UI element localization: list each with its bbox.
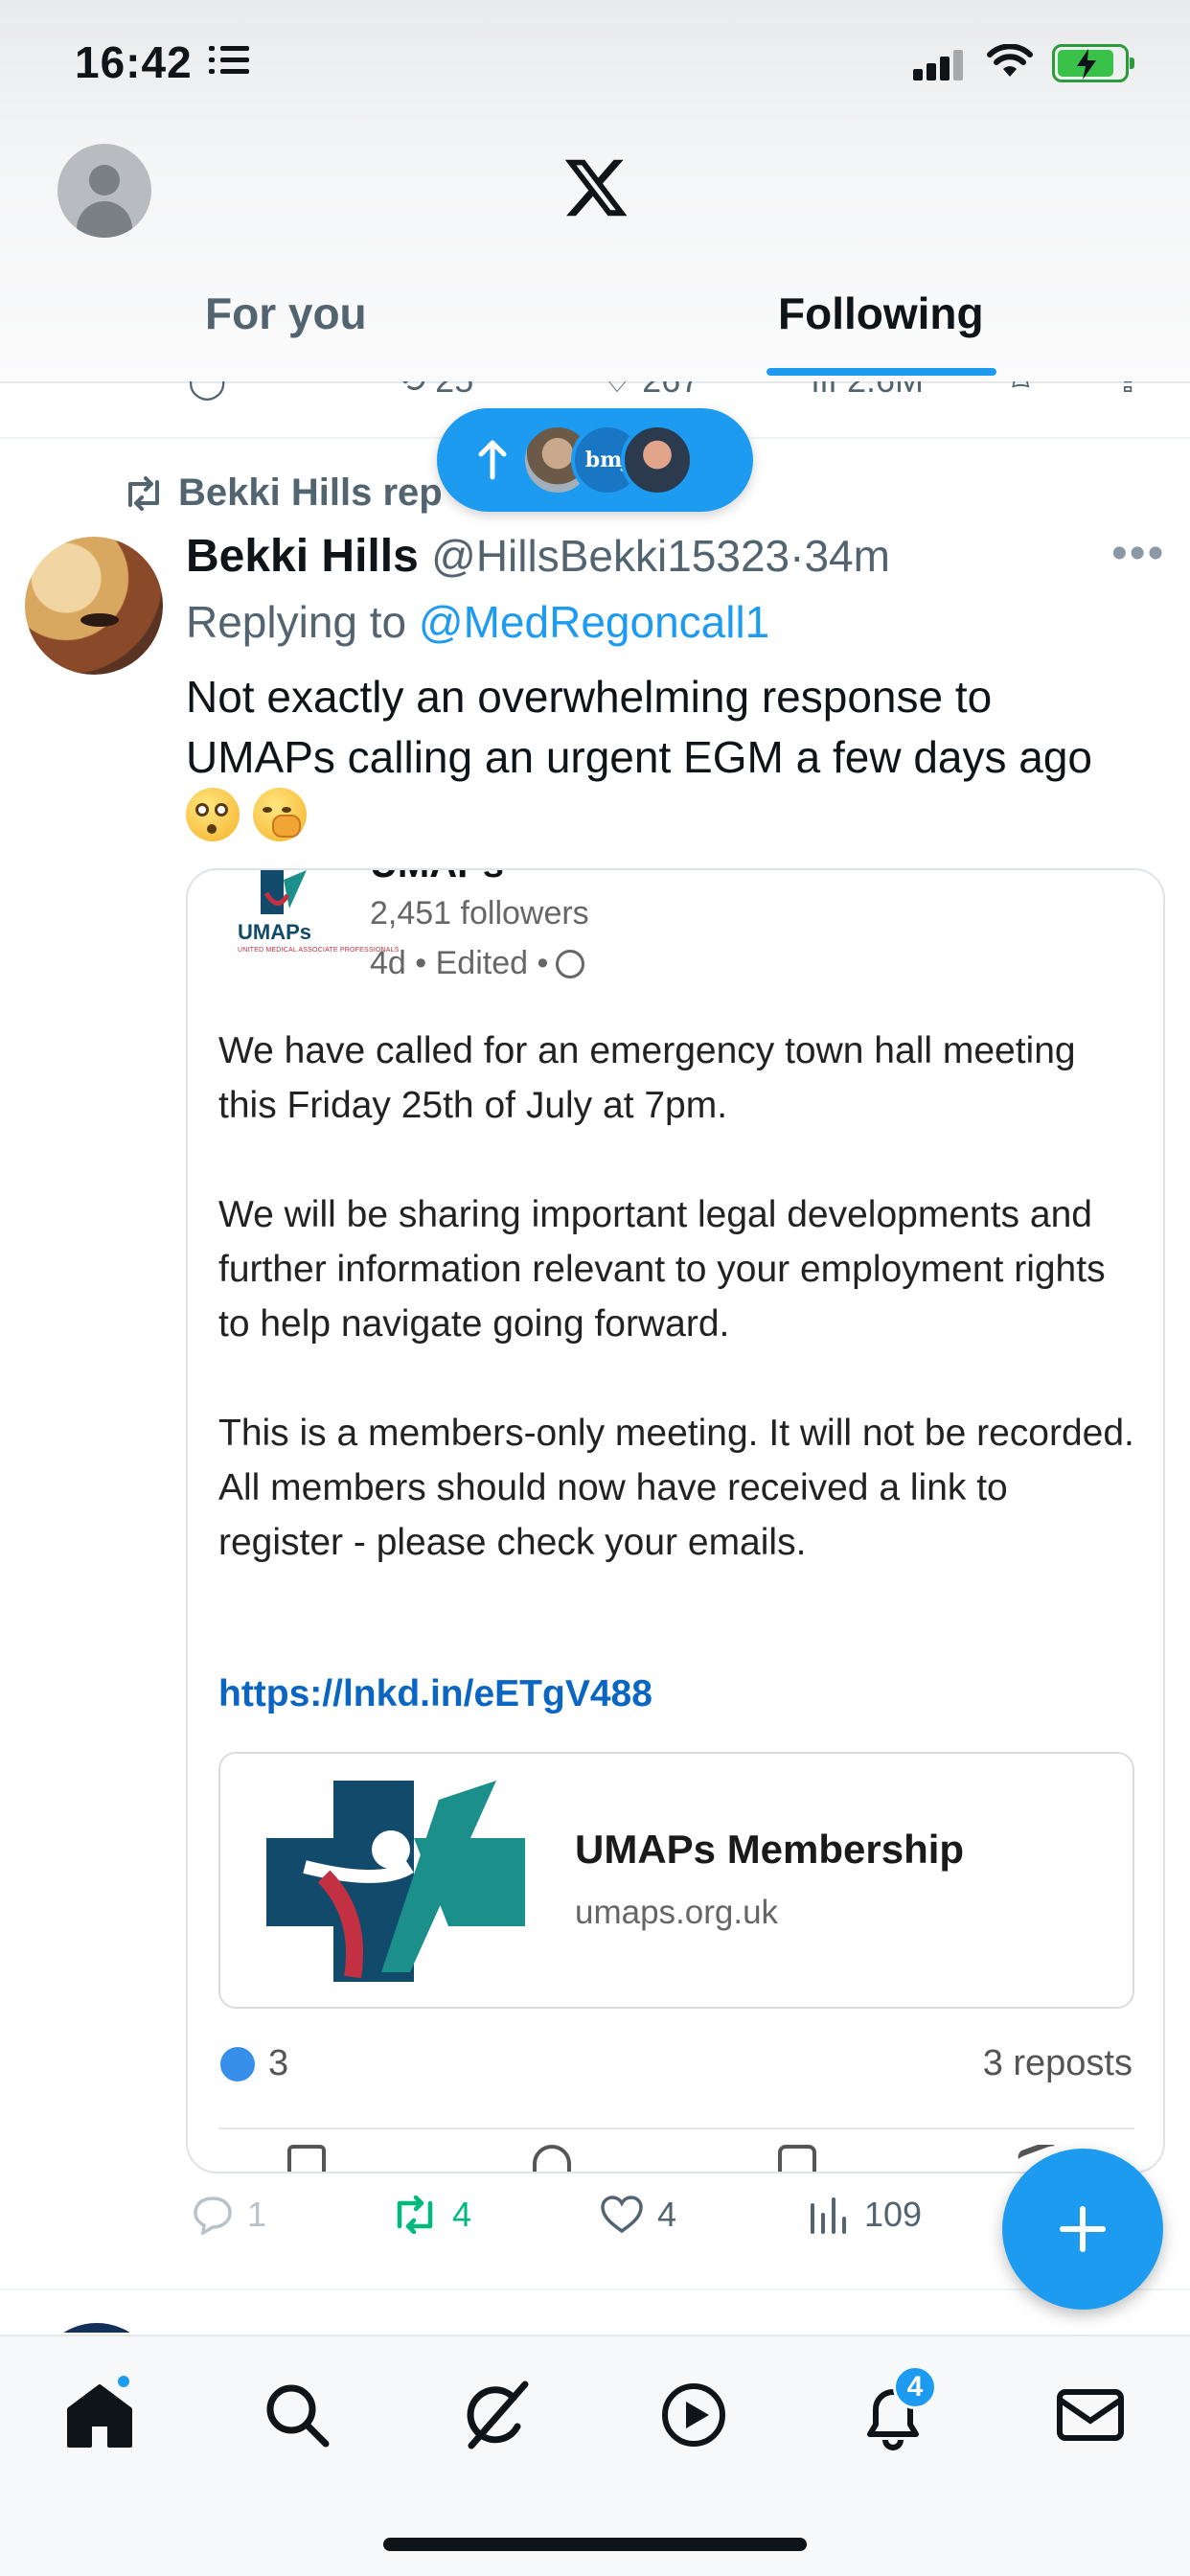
separator-dot: · xyxy=(790,531,805,581)
profile-avatar-button[interactable] xyxy=(57,144,151,238)
reply-count: 1 xyxy=(247,2195,267,2234)
repost-button[interactable]: 4 xyxy=(391,2195,471,2235)
views-button[interactable]: 109 xyxy=(809,2195,922,2235)
tab-for-you[interactable]: For you xyxy=(205,288,367,339)
battery-charging-icon xyxy=(1052,44,1134,82)
retweet-label: Bekki Hills rep xyxy=(178,472,443,514)
author-line: Bekki Hills @HillsBekki15323·34m xyxy=(186,530,890,583)
linkedin-post-header: UMAPs UNITED MEDICAL ASSOCIATE PROFESSIO… xyxy=(188,870,1163,985)
tweet-actions: 1 4 4 109 xyxy=(186,2195,1144,2252)
list-icon xyxy=(209,46,249,77)
wifi-icon xyxy=(987,44,1033,77)
emoji-row xyxy=(186,788,307,841)
compose-post-button[interactable] xyxy=(1002,2149,1163,2310)
notification-badge: 4 xyxy=(893,2365,937,2409)
nav-video-button[interactable] xyxy=(655,2377,732,2453)
heart-icon xyxy=(601,2196,643,2234)
divider xyxy=(218,2128,1134,2129)
globe-icon xyxy=(556,949,585,978)
like-button[interactable]: 4 xyxy=(600,2195,676,2235)
repost-icon xyxy=(397,2196,433,2234)
search-icon xyxy=(266,2384,330,2448)
nav-home-button[interactable] xyxy=(61,2373,138,2453)
play-circle-icon xyxy=(662,2383,725,2447)
paragraph: We have called for an emergency town hal… xyxy=(218,1030,1076,1126)
paragraph: This is a members-only meeting. It will … xyxy=(218,1413,1134,1563)
hand-over-mouth-emoji-icon xyxy=(253,788,307,841)
avatar xyxy=(34,2323,159,2333)
repost-icon xyxy=(128,475,159,511)
retweet-context[interactable]: Bekki Hills rep xyxy=(123,472,443,515)
post-age: 4d • Edited • xyxy=(370,945,549,981)
nav-search-button[interactable] xyxy=(259,2377,335,2453)
post-time[interactable]: 34m xyxy=(804,531,889,581)
reactions-count: 3 xyxy=(268,2043,289,2083)
cellular-signal-icon xyxy=(913,48,967,80)
repost-count: 4 xyxy=(452,2195,472,2234)
status-time: 16:42 xyxy=(75,37,193,87)
preview-domain: umaps.org.uk xyxy=(575,1894,779,1931)
mail-icon xyxy=(1057,2389,1124,2441)
linkedin-actions-cropped xyxy=(188,2145,1163,2172)
more-options-icon[interactable]: ••• xyxy=(1111,527,1165,580)
status-bar: 16:42 xyxy=(0,0,1190,134)
replying-to: Replying to @MedRegoncall1 xyxy=(186,596,769,648)
x-logo-icon xyxy=(564,159,628,217)
replying-prefix: Replying to xyxy=(186,597,419,647)
home-indicator xyxy=(383,2538,807,2551)
unread-dot xyxy=(115,2373,132,2390)
linkedin-post-body: We have called for an emergency town hal… xyxy=(218,1024,1138,1624)
author-name[interactable]: Bekki Hills xyxy=(186,531,419,582)
replying-to-handle[interactable]: @MedRegoncall1 xyxy=(419,597,769,647)
reply-icon xyxy=(194,2196,232,2235)
next-post-cropped xyxy=(0,2290,1190,2333)
views-icon xyxy=(811,2197,846,2234)
umaps-logo-icon xyxy=(266,1781,525,1982)
reposts-count: 3 reposts xyxy=(982,2043,1133,2083)
tweet-text: Not exactly an overwhelming response to … xyxy=(186,672,1093,782)
embedded-image[interactable]: UMAPs UNITED MEDICAL ASSOCIATE PROFESSIO… xyxy=(186,868,1165,2174)
like-count: 4 xyxy=(657,2195,677,2234)
new-posts-pill[interactable]: bmj xyxy=(437,408,753,512)
post-meta: 4d • Edited • xyxy=(370,945,585,982)
nav-messages-button[interactable] xyxy=(1052,2377,1129,2453)
flushed-face-emoji-icon xyxy=(186,788,240,841)
author-handle[interactable]: @HillsBekki15323 xyxy=(431,531,790,581)
avatar xyxy=(621,424,694,496)
thumbs-up-icon xyxy=(218,2044,257,2083)
follower-count: 2,451 followers xyxy=(370,895,589,932)
arrow-up-icon xyxy=(478,440,507,480)
author-avatar[interactable] xyxy=(25,537,163,675)
org-logo-text: UMAPs xyxy=(238,920,312,944)
view-count: 109 xyxy=(864,2195,923,2234)
grok-icon xyxy=(467,2380,529,2450)
org-name-cropped: UMAPs xyxy=(370,870,504,886)
nav-grok-button[interactable] xyxy=(458,2377,535,2453)
nav-notifications-button[interactable]: 4 xyxy=(855,2365,937,2453)
linkedin-link: https://lnkd.in/eETgV488 xyxy=(218,1673,652,1714)
reactions-summary: 3 xyxy=(218,2043,288,2084)
active-tab-indicator xyxy=(767,368,996,376)
paragraph: We will be sharing important legal devel… xyxy=(218,1194,1106,1345)
reply-button[interactable]: 1 xyxy=(192,2195,266,2235)
link-preview-card: UMAPs Membership umaps.org.uk xyxy=(218,1752,1134,2009)
tab-following[interactable]: Following xyxy=(778,288,984,339)
preview-title: UMAPs Membership xyxy=(575,1827,965,1872)
